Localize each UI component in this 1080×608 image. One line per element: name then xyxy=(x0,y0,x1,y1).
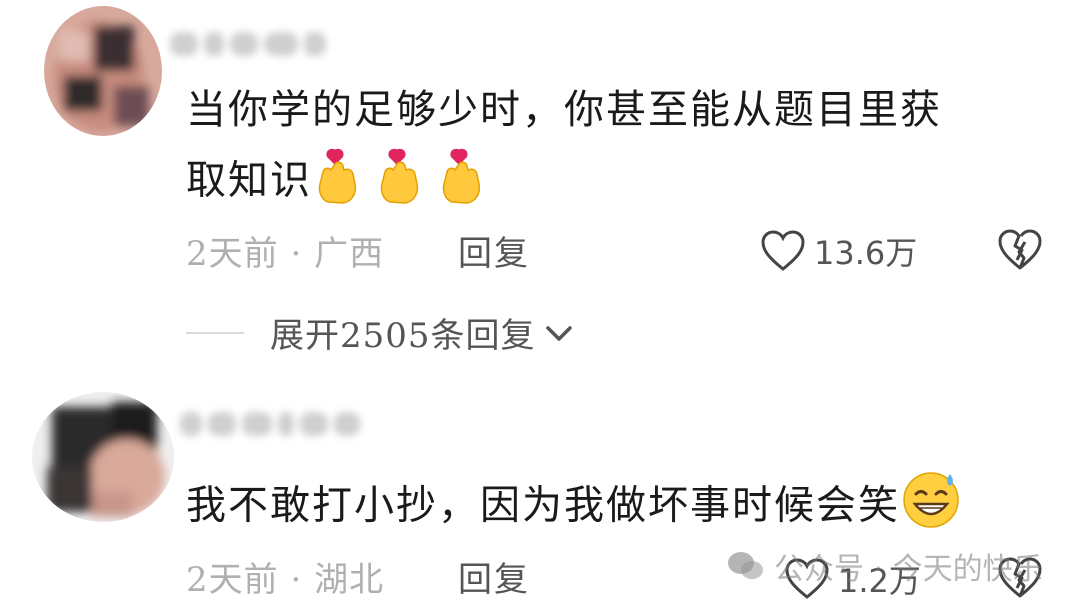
like-count: 13.6万 xyxy=(814,234,918,272)
like-button[interactable]: 13.6万 xyxy=(760,228,917,274)
expand-divider xyxy=(186,331,244,334)
avatar[interactable] xyxy=(32,392,174,522)
comment-time: 2天前 xyxy=(186,560,279,600)
dislike-button[interactable] xyxy=(996,228,1044,276)
avatar[interactable] xyxy=(44,6,162,136)
comment-section: 当你学的足够少时，你甚至能从题目里获 取知识 2天前 · 广西 回复 13.6万 xyxy=(0,0,1080,608)
comment-text-line-1: 当你学的足够少时，你甚至能从题目里获 xyxy=(186,87,942,133)
grinning-sweat-emoji-icon xyxy=(900,468,962,549)
comment-meta: 2天前 · 湖北 xyxy=(186,552,384,601)
username-blurred[interactable] xyxy=(170,32,332,76)
meta-separator: · xyxy=(290,560,303,600)
heart-icon xyxy=(761,230,805,271)
wechat-icon xyxy=(728,552,763,579)
reply-button[interactable]: 回复 xyxy=(458,552,530,601)
watermark-text: 公众号 · 今天的快乐 xyxy=(774,552,1043,587)
comment-text-line-2: 取知识 xyxy=(186,142,942,225)
comment-time: 2天前 xyxy=(186,234,279,274)
comment-meta: 2天前 · 广西 xyxy=(186,226,384,275)
chevron-down-icon xyxy=(545,325,572,341)
meta-separator: · xyxy=(290,234,303,274)
expand-replies-label: 展开2505条回复 xyxy=(270,316,536,356)
comment-text: 当你学的足够少时，你甚至能从题目里获 取知识 xyxy=(186,78,942,225)
reply-button[interactable]: 回复 xyxy=(458,226,530,275)
comment-location: 广西 xyxy=(314,234,385,274)
broken-heart-icon xyxy=(998,229,1042,270)
finger-heart-emoji-icon xyxy=(312,142,374,225)
finger-heart-emoji-icon xyxy=(436,142,498,225)
expand-replies-button[interactable]: 展开2505条回复 xyxy=(186,308,574,357)
comment-text: 我不敢打小抄，因为我做坏事时候会笑 xyxy=(186,468,962,549)
watermark: 公众号 · 今天的快乐 xyxy=(726,544,1043,588)
finger-heart-emoji-icon xyxy=(374,142,436,225)
comment-location: 湖北 xyxy=(314,560,385,600)
username-blurred[interactable] xyxy=(180,412,366,456)
